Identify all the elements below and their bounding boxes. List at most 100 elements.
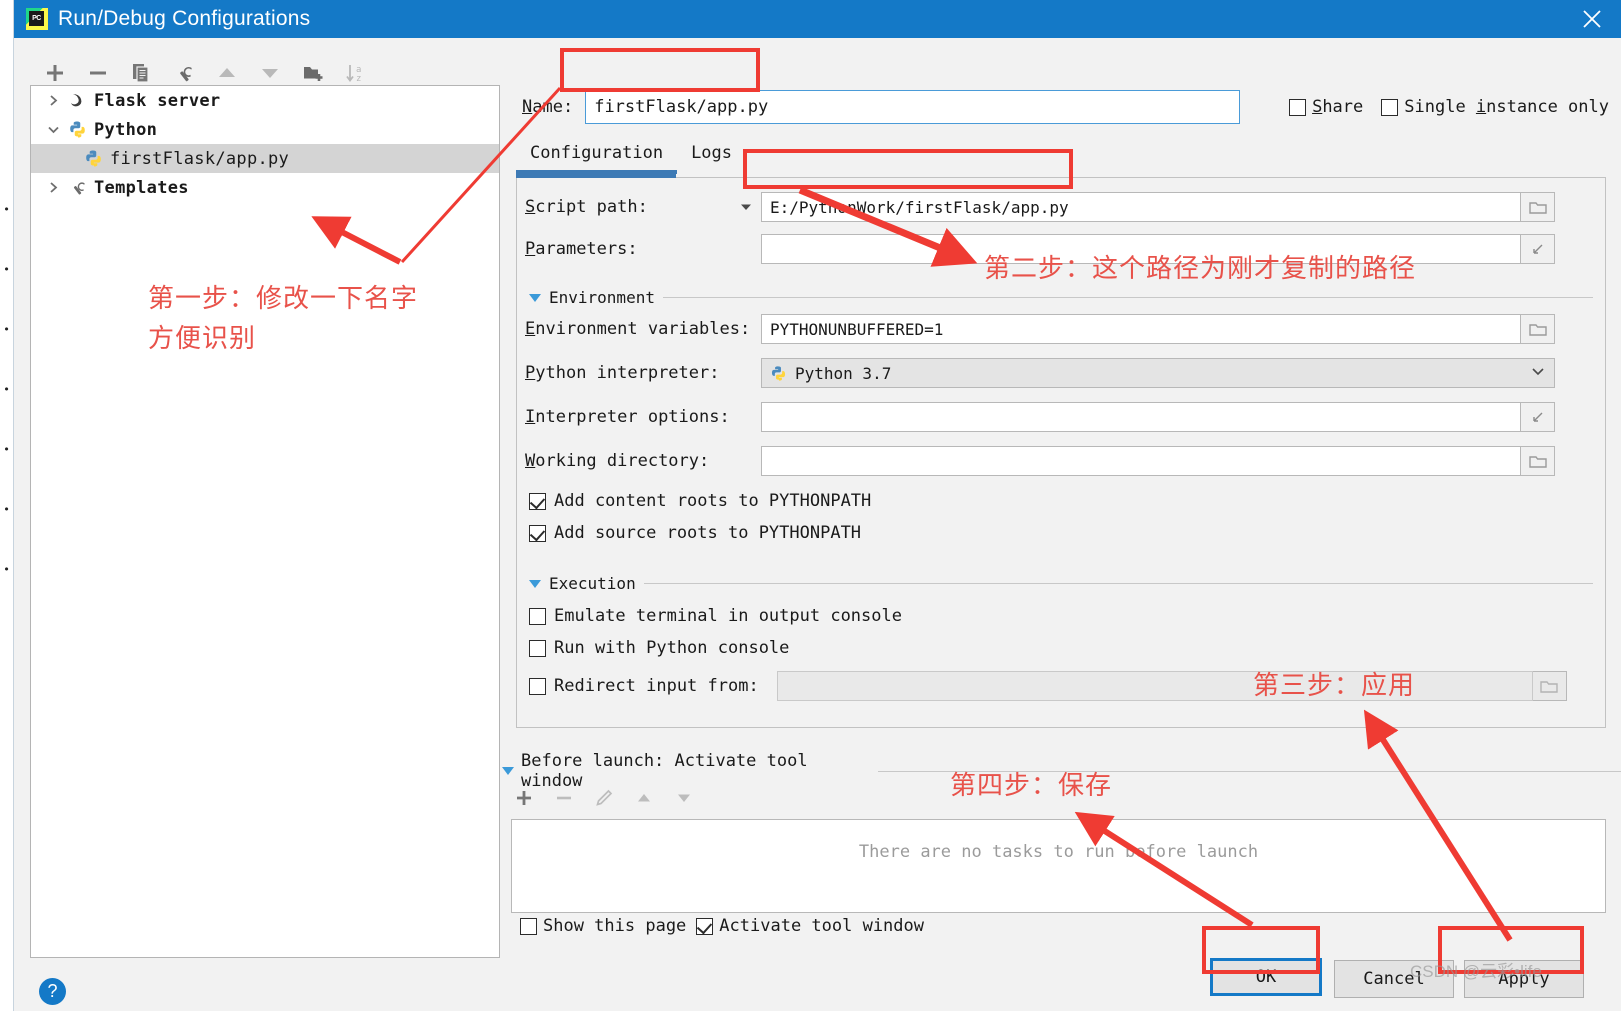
sort-az-icon[interactable]: a z bbox=[343, 60, 369, 86]
environment-variables-browse-button[interactable] bbox=[1521, 314, 1555, 344]
script-path-input[interactable]: E:/PythonWork/firstFlask/app.py bbox=[761, 192, 1521, 222]
window-title: Run/Debug Configurations bbox=[58, 7, 311, 30]
move-task-down-button[interactable] bbox=[672, 786, 696, 810]
interpreter-options-row: Interpreter options: bbox=[525, 402, 1597, 432]
show-this-page-label: Show this page bbox=[543, 916, 687, 936]
triangle-down-icon[interactable] bbox=[529, 579, 541, 588]
tree-row[interactable]: Flask server bbox=[31, 86, 499, 115]
python-interpreter-select[interactable]: Python 3.7 bbox=[761, 358, 1555, 388]
section-divider bbox=[643, 583, 1593, 584]
folder-add-icon[interactable] bbox=[300, 60, 326, 86]
tree-row-label: Templates bbox=[94, 177, 189, 198]
execution-section-header[interactable]: Execution bbox=[529, 574, 1593, 593]
tree-row-label: Python bbox=[94, 119, 158, 140]
chevron-down-icon[interactable] bbox=[41, 123, 65, 136]
section-divider bbox=[662, 297, 1593, 298]
name-input[interactable] bbox=[585, 90, 1241, 124]
script-path-browse-button[interactable] bbox=[1521, 192, 1555, 222]
add-source-roots-label: Add source roots to PYTHONPATH bbox=[554, 523, 862, 543]
working-directory-input[interactable] bbox=[761, 446, 1521, 476]
triangle-down-icon[interactable] bbox=[502, 767, 514, 775]
configurations-tree[interactable]: Flask server Python firstFlask/app.py Te… bbox=[30, 85, 500, 958]
add-source-roots-checkbox[interactable]: Add source roots to PYTHONPATH bbox=[529, 523, 861, 543]
annotation-step1-line2: 方便识别 bbox=[148, 324, 257, 354]
chevron-right-icon[interactable] bbox=[41, 181, 65, 194]
checkbox-box bbox=[1289, 98, 1307, 116]
checkbox-box bbox=[529, 607, 546, 625]
triangle-down-icon[interactable] bbox=[529, 293, 541, 302]
script-path-dropdown-icon[interactable] bbox=[731, 199, 761, 215]
copy-configuration-button[interactable] bbox=[128, 60, 154, 86]
checkbox-box bbox=[520, 917, 537, 935]
move-up-button[interactable] bbox=[214, 60, 240, 86]
add-configuration-button[interactable] bbox=[42, 60, 68, 86]
add-content-roots-checkbox[interactable]: Add content roots to PYTHONPATH bbox=[529, 491, 871, 511]
redirect-input-checkbox[interactable]: Redirect input from: bbox=[529, 676, 759, 696]
before-launch-task-list[interactable]: There are no tasks to run before launch bbox=[511, 819, 1606, 913]
help-button[interactable]: ? bbox=[39, 978, 66, 1005]
add-content-roots-label: Add content roots to PYTHONPATH bbox=[554, 491, 872, 511]
screenshot-root: • • • • • • • PC Run/Debug Configurations bbox=[0, 0, 1621, 1011]
working-directory-label: Working directory: bbox=[525, 451, 710, 471]
activate-tool-window-label: Activate tool window bbox=[719, 916, 924, 936]
tree-row[interactable]: Python bbox=[31, 115, 499, 144]
name-label: Name: bbox=[522, 97, 574, 117]
chevron-right-icon[interactable] bbox=[41, 94, 65, 107]
annotation-step1-line1: 第一步：修改一下名字 bbox=[148, 284, 419, 314]
wrench-icon[interactable] bbox=[171, 60, 197, 86]
remove-task-button[interactable] bbox=[552, 786, 576, 810]
before-launch-options: Show this page Activate tool window bbox=[520, 916, 924, 936]
python-interpreter-row: Python interpreter: Python 3.7 bbox=[525, 358, 1597, 388]
before-launch-empty-message: There are no tasks to run before launch bbox=[858, 842, 1259, 862]
single-instance-only-checkbox[interactable]: Single instance only bbox=[1381, 97, 1609, 117]
add-task-button[interactable] bbox=[512, 786, 536, 810]
chevron-down-icon[interactable] bbox=[1530, 363, 1546, 383]
move-task-up-button[interactable] bbox=[632, 786, 656, 810]
tree-row-firstflask-app[interactable]: firstFlask/app.py bbox=[31, 144, 499, 173]
tree-row-label: Flask server bbox=[94, 90, 221, 111]
python-icon bbox=[81, 149, 105, 168]
window-titlebar: PC Run/Debug Configurations bbox=[14, 0, 1621, 38]
share-checkbox[interactable]: Share bbox=[1289, 97, 1363, 117]
remove-configuration-button[interactable] bbox=[85, 60, 111, 86]
environment-variables-label: Environment variables: bbox=[525, 319, 751, 339]
page-edge-marks: • • • • • • • bbox=[3, 203, 10, 576]
run-with-python-console-checkbox[interactable]: Run with Python console bbox=[529, 638, 789, 658]
before-launch-toolbar bbox=[504, 780, 904, 816]
script-path-row: Script path: E:/PythonWork/firstFlask/ap… bbox=[525, 192, 1597, 222]
annotation-box-ok bbox=[1202, 926, 1320, 974]
emulate-terminal-label: Emulate terminal in output console bbox=[554, 606, 902, 626]
pencil-icon[interactable] bbox=[592, 786, 616, 810]
tab-configuration[interactable]: Configuration bbox=[516, 141, 678, 174]
flask-icon bbox=[65, 91, 89, 110]
python-icon bbox=[770, 365, 787, 382]
emulate-terminal-checkbox[interactable]: Emulate terminal in output console bbox=[529, 606, 902, 626]
redirect-input-browse-button[interactable] bbox=[1532, 671, 1567, 701]
redirect-input-row: Redirect input from: bbox=[529, 671, 1597, 701]
annotation-box-name-field bbox=[560, 48, 760, 92]
checkbox-box bbox=[696, 917, 714, 935]
parameters-expand-button[interactable] bbox=[1521, 234, 1555, 264]
interpreter-options-expand-button[interactable] bbox=[1521, 402, 1555, 432]
environment-section-header[interactable]: Environment bbox=[529, 288, 1593, 307]
cancel-button[interactable]: Cancel bbox=[1334, 960, 1454, 998]
tree-row[interactable]: Templates bbox=[31, 173, 499, 202]
show-this-page-checkbox[interactable]: Show this page bbox=[520, 916, 686, 936]
checkbox-box bbox=[529, 492, 546, 510]
checkbox-box bbox=[529, 524, 546, 542]
python-icon bbox=[65, 120, 89, 139]
activate-tool-window-checkbox[interactable]: Activate tool window bbox=[696, 916, 924, 936]
interpreter-options-input[interactable] bbox=[761, 402, 1521, 432]
python-interpreter-value: Python 3.7 bbox=[795, 363, 892, 383]
tree-row-label: firstFlask/app.py bbox=[110, 148, 290, 169]
annotation-box-script-path bbox=[743, 149, 1073, 189]
parameters-label: Parameters: bbox=[525, 239, 638, 259]
environment-variables-input[interactable]: PYTHONUNBUFFERED=1 bbox=[761, 314, 1521, 344]
tab-logs[interactable]: Logs bbox=[677, 141, 746, 170]
working-directory-browse-button[interactable] bbox=[1521, 446, 1555, 476]
move-down-button[interactable] bbox=[257, 60, 283, 86]
working-directory-row: Working directory: bbox=[525, 446, 1597, 476]
redirect-input-field[interactable] bbox=[776, 671, 1533, 701]
script-path-label: Script path: bbox=[525, 197, 648, 217]
close-icon[interactable] bbox=[1563, 0, 1621, 38]
